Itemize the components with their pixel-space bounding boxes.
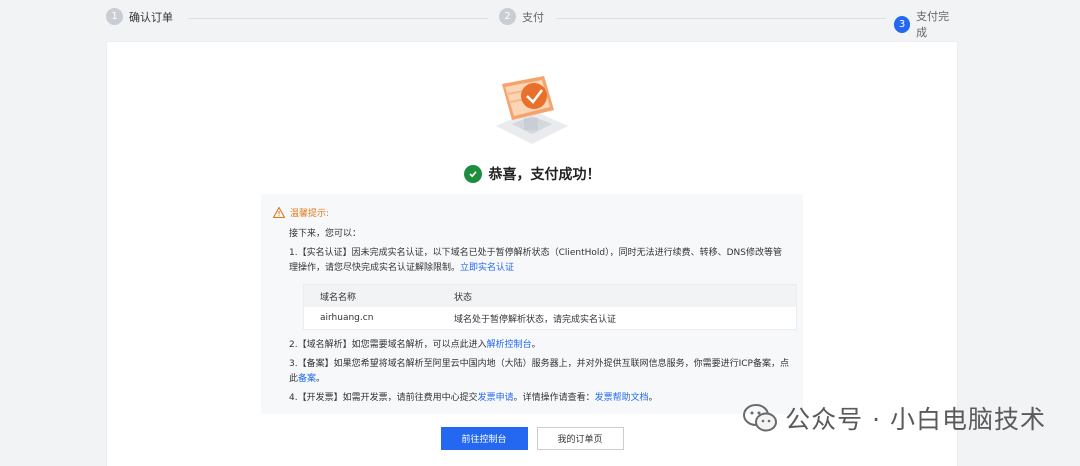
notice-title: 温馨提示: (273, 206, 791, 219)
notice-item-end: 。 (316, 374, 326, 384)
domain-status-table: 域名名称 状态 airhuang.cn 域名处于暂停解析状态，请完成实名认证 (303, 284, 797, 330)
order-steps: 1 确认订单 2 支付 3 支付完成 (106, 8, 958, 39)
invoice-request-link[interactable]: 发票申请 (478, 393, 514, 403)
step-divider (188, 18, 488, 19)
notice-item-text: 4.【开发票】如需开发票，请前往费用中心提交 (289, 393, 478, 403)
step-label: 支付 (522, 10, 544, 24)
success-text: 恭喜，支付成功！ (488, 167, 601, 183)
notice-item-dns: 2.【域名解析】如您需要域名解析，可以点此进入解析控制台。 (289, 338, 789, 353)
notice-item-text: 2.【域名解析】如您需要域名解析，可以点此进入 (289, 340, 487, 350)
wechat-watermark: 公众号 · 小白电脑技术 (743, 400, 1046, 436)
notice-item-mid: 。详情操作请查看： (513, 393, 595, 403)
invoice-help-link[interactable]: 发票帮助文档 (595, 393, 649, 403)
table-row: airhuang.cn 域名处于暂停解析状态，请完成实名认证 (304, 307, 796, 329)
table-header: 域名名称 状态 (304, 285, 796, 307)
step-label: 支付完成 (916, 10, 950, 39)
step-payment-complete: 3 支付完成 (894, 8, 958, 40)
notice-item-invoice: 4.【开发票】如需开发票，请前往费用中心提交发票申请。详情操作请查看：发票帮助文… (289, 391, 789, 406)
column-header-domain: 域名名称 (320, 292, 357, 303)
my-orders-button[interactable]: 我的订单页 (536, 427, 624, 450)
notice-panel: 温馨提示: 接下来，您可以： 1.【实名认证】因未完成实名认证，以下域名已处于暂… (261, 194, 803, 414)
real-name-verify-link[interactable]: 立即实名认证 (460, 263, 514, 273)
notice-item-end: 。 (531, 340, 541, 350)
step-number: 1 (106, 8, 123, 25)
watermark-text: 公众号 · 小白电脑技术 (785, 405, 1046, 434)
go-to-console-button[interactable]: 前往控制台 (440, 427, 528, 450)
step-divider (556, 18, 886, 19)
check-circle-icon (463, 165, 482, 183)
notice-title-text: 温馨提示: (290, 209, 330, 219)
step-label: 确认订单 (129, 10, 173, 24)
warning-icon (273, 207, 285, 218)
wechat-icon (743, 404, 778, 432)
step-number: 3 (894, 15, 911, 33)
step-payment: 2 支付 (499, 8, 544, 25)
notice-item-text: 1.【实名认证】因未完成实名认证，以下域名已处于暂停解析状态（ClientHol… (289, 248, 783, 273)
step-confirm-order: 1 确认订单 (106, 8, 173, 25)
notice-intro: 接下来，您可以： (289, 229, 362, 239)
column-header-status: 状态 (454, 292, 473, 303)
icp-filing-link[interactable]: 备案 (298, 374, 316, 384)
notice-item-icp: 3.【备案】如果您希望将域名解析至阿里云中国内地（大陆）服务器上，并对外提供互联… (289, 357, 789, 387)
payment-success-message: 恭喜，支付成功！ (107, 164, 957, 184)
domain-name-cell: airhuang.cn (320, 313, 374, 323)
dns-console-link[interactable]: 解析控制台 (487, 340, 532, 350)
notice-item-real-name: 1.【实名认证】因未完成实名认证，以下域名已处于暂停解析状态（ClientHol… (289, 246, 789, 276)
step-number: 2 (499, 8, 516, 25)
domain-status-cell: 域名处于暂停解析状态，请完成实名认证 (454, 314, 617, 325)
notice-item-end: 。 (648, 393, 658, 403)
payment-success-illustration-icon (496, 76, 568, 144)
notice-item-text: 3.【备案】如果您希望将域名解析至阿里云中国内地（大陆）服务器上，并对外提供互联… (289, 359, 789, 384)
